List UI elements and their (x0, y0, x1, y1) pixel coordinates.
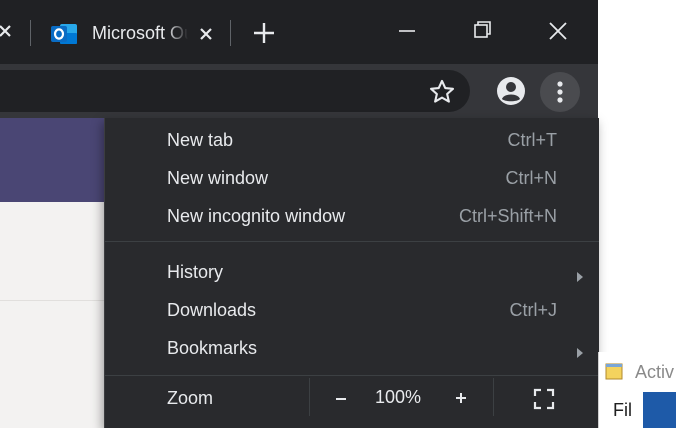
background-window-title: Activ (635, 362, 675, 382)
menu-item-label: History (167, 262, 224, 282)
tab-title: Microsoft Outlook (92, 23, 188, 43)
close-icon[interactable] (194, 22, 218, 46)
restore-icon[interactable] (462, 14, 502, 48)
outlook-icon (50, 21, 78, 47)
zoom-label: Zoom (167, 388, 214, 408)
menu-item-downloads[interactable]: Downloads Ctrl+J (105, 292, 599, 328)
menu-item-shortcut: Ctrl+T (507, 130, 558, 150)
menu-item-new-incognito-window[interactable]: New incognito window Ctrl+Shift+N (105, 198, 599, 234)
notepad-icon (605, 362, 623, 380)
menu-item-shortcut: Ctrl+N (505, 168, 557, 188)
menu-separator (105, 241, 599, 242)
prev-tab-close-icon[interactable] (0, 20, 16, 42)
menu-item-label: Bookmarks (167, 338, 258, 358)
menu-item-label: New tab (167, 130, 234, 150)
menu-separator (105, 375, 599, 376)
menu-item-new-tab[interactable]: New tab Ctrl+T (105, 122, 599, 158)
zoom-row: Zoom 100% (105, 378, 599, 418)
page-body (0, 202, 104, 428)
menu-item-bookmarks[interactable]: Bookmarks (105, 330, 599, 366)
plus-icon[interactable] (251, 20, 277, 46)
address-bar[interactable] (0, 70, 470, 112)
tab-separator (230, 20, 231, 46)
more-vert-icon[interactable] (540, 72, 580, 112)
zoom-separator (493, 378, 494, 416)
menu-item-shortcut: Ctrl+Shift+N (458, 206, 557, 226)
chevron-right-icon (575, 343, 585, 358)
menu-item-history[interactable]: History (105, 254, 599, 290)
window-close-icon[interactable] (538, 14, 578, 48)
chevron-right-icon (575, 267, 585, 282)
background-window-selection (643, 392, 676, 428)
background-window-file-menu[interactable]: Fil (613, 400, 632, 421)
menu-item-label: New incognito window (167, 206, 346, 226)
account-icon[interactable] (496, 76, 526, 106)
title-bar: Microsoft Outlook (0, 0, 598, 64)
page-divider (0, 300, 104, 301)
chrome-menu: New tab Ctrl+T New window Ctrl+N New inc… (104, 118, 599, 428)
background-window[interactable]: Activ Fil (598, 352, 676, 428)
menu-item-label: New window (167, 168, 269, 188)
zoom-in-button[interactable] (451, 388, 471, 408)
menu-item-shortcut: Ctrl+J (509, 300, 557, 320)
tab-separator (30, 20, 31, 46)
toolbar (0, 64, 598, 118)
zoom-out-button[interactable] (331, 388, 351, 408)
minimize-icon[interactable] (387, 14, 427, 48)
fullscreen-icon[interactable] (533, 388, 555, 410)
menu-item-label: Downloads (167, 300, 257, 320)
page-header-band (0, 118, 104, 202)
zoom-separator (309, 378, 310, 416)
star-icon[interactable] (428, 78, 456, 106)
zoom-value: 100% (375, 387, 422, 407)
tab-outlook[interactable]: Microsoft Outlook (36, 12, 230, 56)
menu-item-new-window[interactable]: New window Ctrl+N (105, 160, 599, 196)
